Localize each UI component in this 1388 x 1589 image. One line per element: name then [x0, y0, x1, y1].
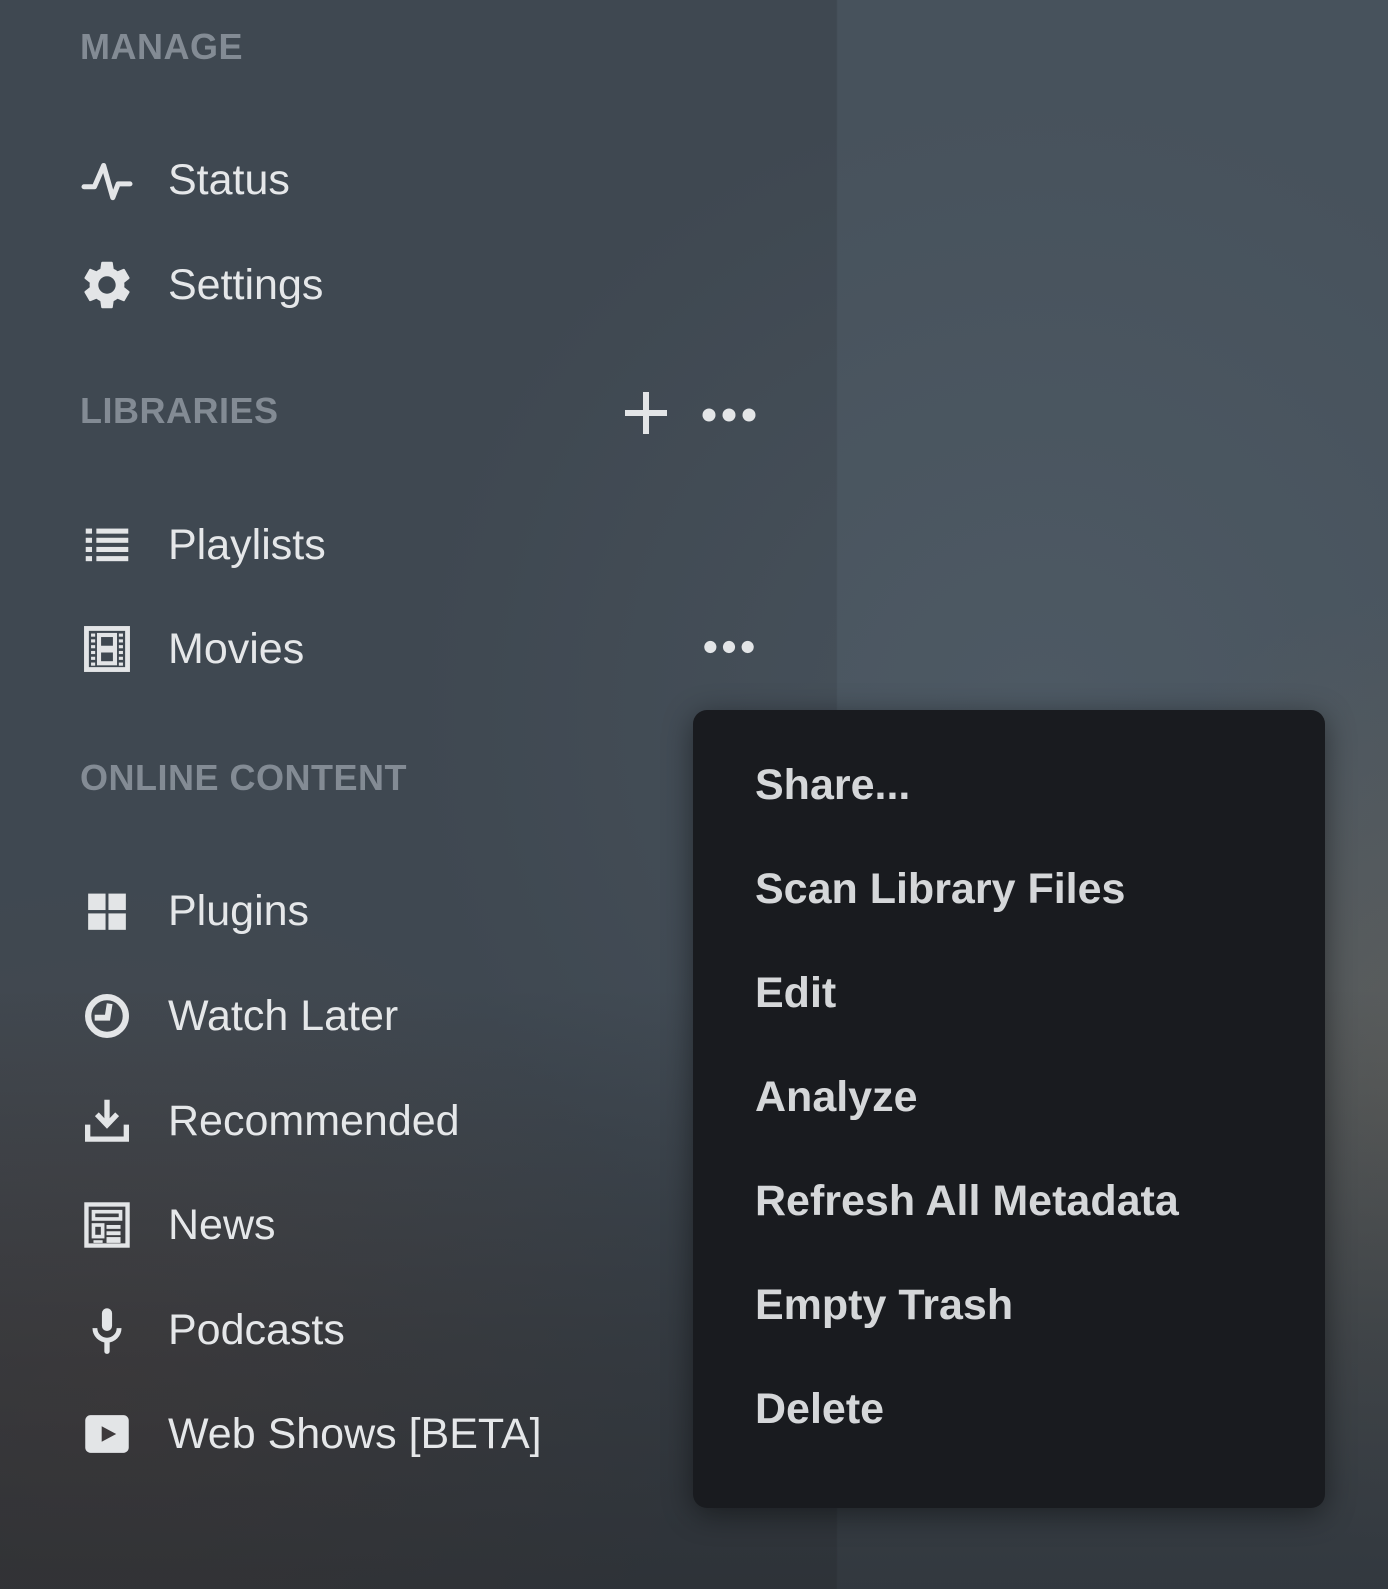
sidebar-item-label: Settings: [168, 253, 323, 317]
sidebar-item-label: Plugins: [168, 879, 309, 943]
libraries-more-button[interactable]: [699, 385, 759, 445]
sidebar-item-label: Status: [168, 148, 290, 212]
download-icon: [78, 1092, 136, 1150]
section-header-online-content: ONLINE CONTENT: [80, 757, 407, 799]
sidebar-item-label: Movies: [168, 617, 304, 681]
section-header-libraries: LIBRARIES: [80, 390, 279, 432]
sidebar-item-status[interactable]: Status: [0, 148, 830, 212]
more-icon: [699, 619, 759, 675]
sidebar-item-settings[interactable]: Settings: [0, 253, 830, 317]
movies-more-button[interactable]: [699, 619, 759, 675]
sidebar-item-playlists[interactable]: Playlists: [0, 513, 830, 577]
film-icon: [78, 620, 136, 678]
play-box-icon: [78, 1405, 136, 1463]
sidebar-item-label: Playlists: [168, 513, 326, 577]
gear-icon: [78, 256, 136, 314]
menu-item-refresh-all-metadata[interactable]: Refresh All Metadata: [693, 1149, 1325, 1253]
sidebar-item-label: News: [168, 1193, 276, 1257]
menu-item-scan-library-files[interactable]: Scan Library Files: [693, 837, 1325, 941]
clock-icon: [78, 987, 136, 1045]
activity-icon: [78, 151, 136, 209]
plus-icon: [616, 383, 676, 443]
sidebar-item-label: Podcasts: [168, 1298, 345, 1362]
add-library-button[interactable]: [616, 383, 676, 443]
microphone-icon: [78, 1301, 136, 1359]
sidebar-item-label: Web Shows [BETA]: [168, 1402, 542, 1466]
menu-item-edit[interactable]: Edit: [693, 941, 1325, 1045]
menu-item-delete[interactable]: Delete: [693, 1357, 1325, 1461]
grid-icon: [78, 882, 136, 940]
menu-item-analyze[interactable]: Analyze: [693, 1045, 1325, 1149]
more-icon: [699, 385, 759, 445]
library-context-menu: Share... Scan Library Files Edit Analyze…: [693, 710, 1325, 1508]
sidebar-item-label: Watch Later: [168, 984, 398, 1048]
newspaper-icon: [78, 1196, 136, 1254]
playlist-icon: [78, 516, 136, 574]
plex-sidebar-screen: MANAGE Status Settings LIBRARIES: [0, 0, 1388, 1589]
section-header-manage: MANAGE: [80, 26, 243, 68]
menu-item-empty-trash[interactable]: Empty Trash: [693, 1253, 1325, 1357]
menu-item-share[interactable]: Share...: [693, 733, 1325, 837]
sidebar-item-label: Recommended: [168, 1089, 460, 1153]
